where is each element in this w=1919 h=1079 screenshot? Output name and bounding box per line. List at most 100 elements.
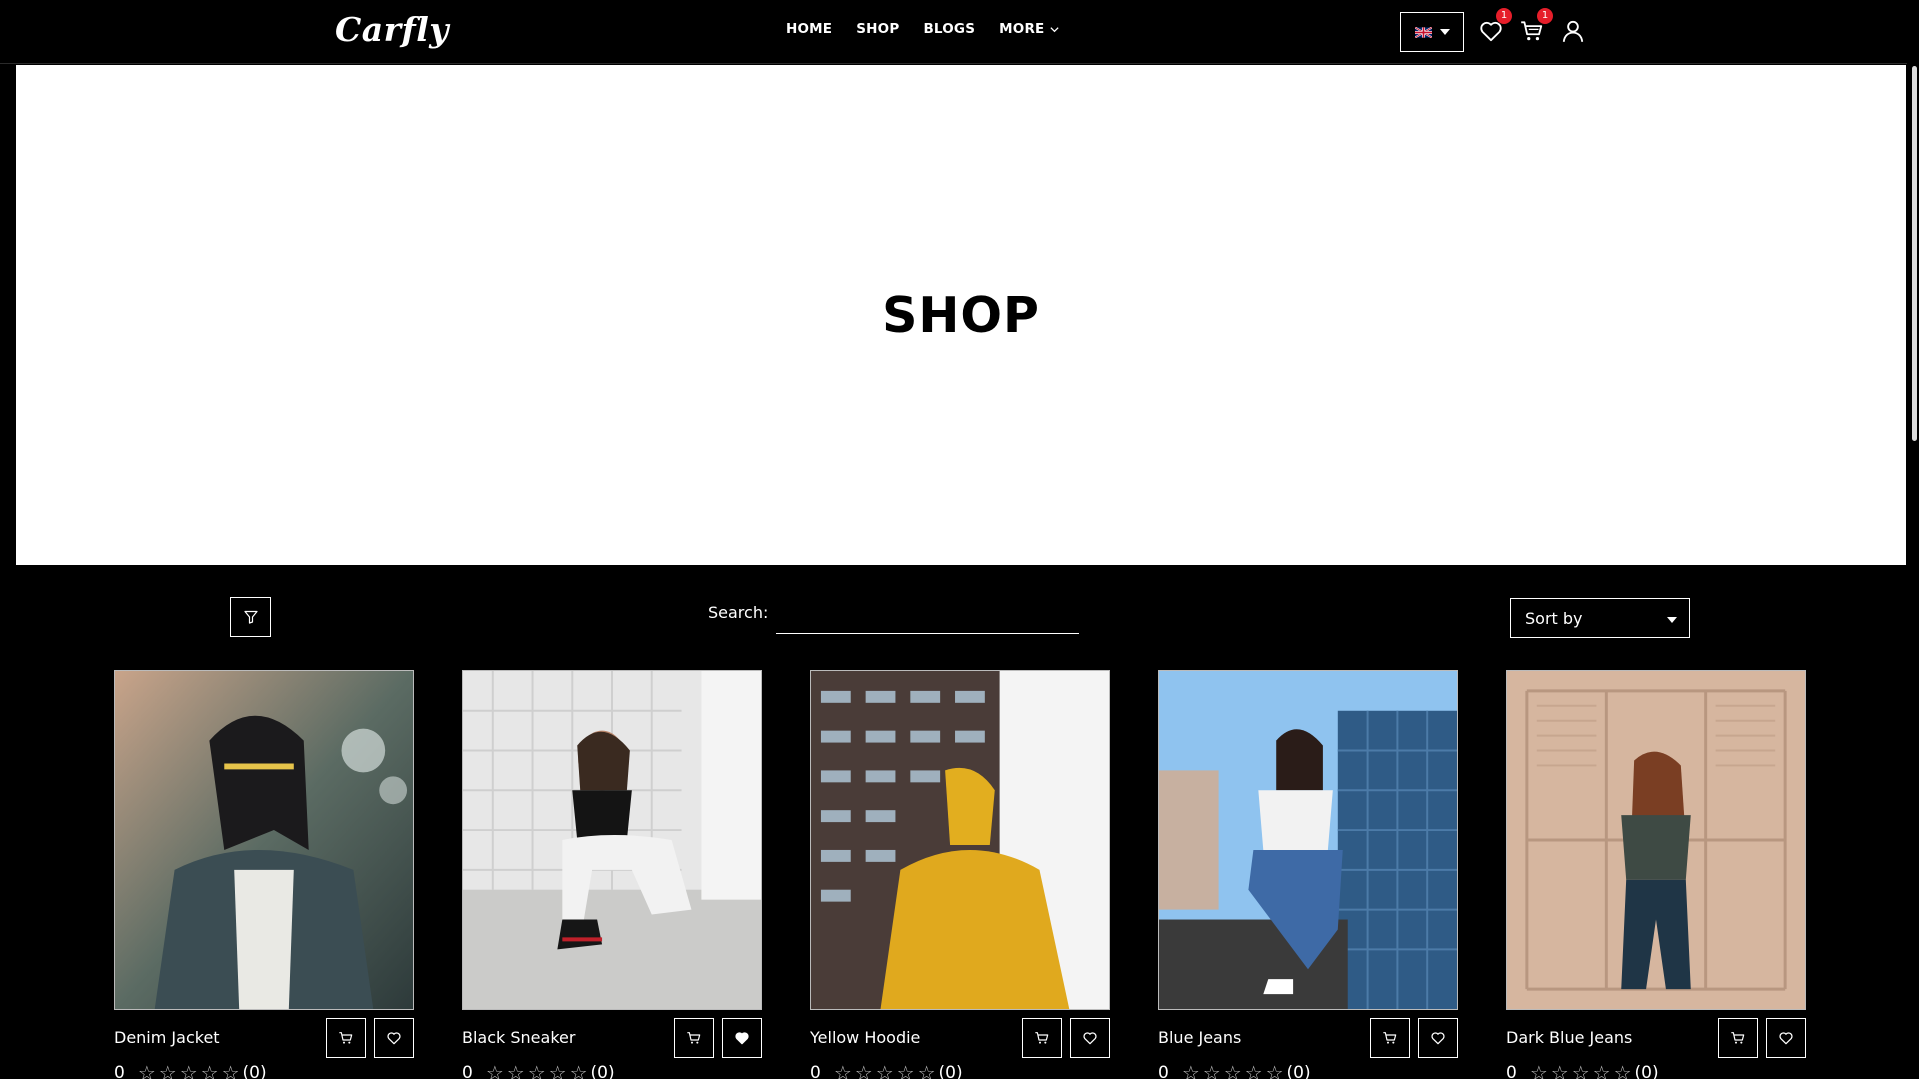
product-photo-yellow-hoodie bbox=[811, 671, 1109, 1009]
shop-hero-banner: SHOP bbox=[16, 65, 1906, 565]
nav-more[interactable]: MORE bbox=[999, 21, 1060, 37]
nav-shop-label: SHOP bbox=[856, 21, 900, 37]
review-count: (0) bbox=[938, 1063, 963, 1079]
rating-value: 0 bbox=[1506, 1063, 1517, 1079]
product-photo-denim-jacket bbox=[115, 671, 413, 1009]
product-card: Denim Jacket 0 ☆ ☆ ☆ ☆ ☆ (0) bbox=[114, 670, 414, 1079]
product-photo-blue-jeans bbox=[1159, 671, 1457, 1009]
product-card: Black Sneaker 0 ☆ ☆ ☆ ☆ ☆ (0) bbox=[462, 670, 762, 1079]
logo[interactable]: Carfly bbox=[335, 10, 449, 49]
rating-value: 0 bbox=[114, 1063, 125, 1079]
product-image[interactable] bbox=[810, 670, 1110, 1010]
star-icon: ☆ bbox=[833, 1061, 852, 1079]
product-name[interactable]: Yellow Hoodie bbox=[810, 1028, 920, 1047]
add-to-cart-button[interactable] bbox=[1370, 1018, 1410, 1058]
heart-icon bbox=[387, 1032, 401, 1045]
product-rating: 0 ☆ ☆ ☆ ☆ ☆ (0) bbox=[114, 1063, 267, 1079]
sort-by-select[interactable]: Sort by bbox=[1510, 598, 1690, 638]
add-to-cart-button[interactable] bbox=[326, 1018, 366, 1058]
nav-shop[interactable]: SHOP bbox=[856, 21, 899, 37]
star-icon: ☆ bbox=[1529, 1061, 1548, 1079]
product-rating: 0 ☆ ☆ ☆ ☆ ☆ (0) bbox=[1506, 1063, 1659, 1079]
product-rating: 0 ☆ ☆ ☆ ☆ ☆ (0) bbox=[462, 1063, 615, 1079]
user-icon bbox=[1562, 20, 1584, 42]
product-image[interactable] bbox=[462, 670, 762, 1010]
star-icon: ☆ bbox=[896, 1061, 915, 1079]
star-icon: ☆ bbox=[1613, 1061, 1632, 1079]
product-grid: Denim Jacket 0 ☆ ☆ ☆ ☆ ☆ (0) Black Sneak… bbox=[114, 670, 1806, 1079]
star-icon: ☆ bbox=[485, 1061, 504, 1079]
add-to-wishlist-button[interactable] bbox=[1418, 1018, 1458, 1058]
cart-icon bbox=[1731, 1032, 1745, 1044]
star-icon: ☆ bbox=[527, 1061, 546, 1079]
filter-icon bbox=[243, 610, 258, 624]
review-count: (0) bbox=[242, 1063, 267, 1079]
cart-button[interactable]: 1 bbox=[1519, 8, 1553, 46]
product-card: Dark Blue Jeans 0 ☆ ☆ ☆ ☆ ☆ (0) bbox=[1506, 670, 1806, 1079]
product-name[interactable]: Denim Jacket bbox=[114, 1028, 220, 1047]
add-to-wishlist-button[interactable] bbox=[1766, 1018, 1806, 1058]
star-icon: ☆ bbox=[1571, 1061, 1590, 1079]
star-icon: ☆ bbox=[917, 1061, 936, 1079]
star-icon: ☆ bbox=[1223, 1061, 1242, 1079]
search-label: Search: bbox=[708, 603, 769, 622]
cart-count-badge: 1 bbox=[1537, 8, 1553, 24]
heart-icon bbox=[1431, 1032, 1445, 1045]
product-image[interactable] bbox=[114, 670, 414, 1010]
add-to-wishlist-button[interactable] bbox=[1070, 1018, 1110, 1058]
review-count: (0) bbox=[1634, 1063, 1659, 1079]
product-name[interactable]: Blue Jeans bbox=[1158, 1028, 1241, 1047]
star-icon: ☆ bbox=[137, 1061, 156, 1079]
product-name[interactable]: Black Sneaker bbox=[462, 1028, 575, 1047]
star-icon: ☆ bbox=[1550, 1061, 1569, 1079]
rating-value: 0 bbox=[810, 1063, 821, 1079]
star-icon: ☆ bbox=[200, 1061, 219, 1079]
star-icon: ☆ bbox=[506, 1061, 525, 1079]
add-to-wishlist-button[interactable] bbox=[722, 1018, 762, 1058]
add-to-cart-button[interactable] bbox=[1022, 1018, 1062, 1058]
scrollbar-thumb[interactable] bbox=[1912, 66, 1917, 441]
language-selector[interactable] bbox=[1400, 12, 1464, 52]
account-button[interactable] bbox=[1560, 18, 1588, 46]
product-photo-dark-blue-jeans bbox=[1507, 671, 1805, 1009]
product-rating: 0 ☆ ☆ ☆ ☆ ☆ (0) bbox=[1158, 1063, 1311, 1079]
cart-icon bbox=[339, 1032, 353, 1044]
product-name[interactable]: Dark Blue Jeans bbox=[1506, 1028, 1632, 1047]
add-to-wishlist-button[interactable] bbox=[374, 1018, 414, 1058]
cart-icon bbox=[1035, 1032, 1049, 1044]
star-icon: ☆ bbox=[1592, 1061, 1611, 1079]
nav-home[interactable]: HOME bbox=[786, 21, 832, 37]
product-card: Yellow Hoodie 0 ☆ ☆ ☆ ☆ ☆ (0) bbox=[810, 670, 1110, 1079]
star-icon: ☆ bbox=[1265, 1061, 1284, 1079]
rating-value: 0 bbox=[462, 1063, 473, 1079]
main-nav: HOME SHOP BLOGS MORE bbox=[786, 21, 1060, 37]
top-header: Carfly HOME SHOP BLOGS MORE 1 1 bbox=[0, 0, 1919, 64]
search-input[interactable] bbox=[776, 596, 1079, 634]
product-rating: 0 ☆ ☆ ☆ ☆ ☆ (0) bbox=[810, 1063, 963, 1079]
caret-down-icon bbox=[1667, 617, 1677, 623]
page-scrollbar[interactable] bbox=[1907, 0, 1919, 1079]
heart-icon bbox=[1779, 1032, 1793, 1045]
wishlist-button[interactable]: 1 bbox=[1478, 8, 1512, 46]
product-image[interactable] bbox=[1158, 670, 1458, 1010]
caret-down-icon bbox=[1439, 29, 1450, 35]
add-to-cart-button[interactable] bbox=[674, 1018, 714, 1058]
review-count: (0) bbox=[590, 1063, 615, 1079]
chevron-down-icon bbox=[1050, 26, 1060, 32]
star-icon: ☆ bbox=[221, 1061, 240, 1079]
uk-flag-icon bbox=[1414, 26, 1432, 38]
heart-filled-icon bbox=[735, 1032, 749, 1045]
add-to-cart-button[interactable] bbox=[1718, 1018, 1758, 1058]
nav-home-label: HOME bbox=[786, 21, 833, 37]
filter-button[interactable] bbox=[230, 597, 271, 637]
star-icon: ☆ bbox=[1202, 1061, 1221, 1079]
star-icon: ☆ bbox=[1244, 1061, 1263, 1079]
star-icon: ☆ bbox=[569, 1061, 588, 1079]
product-image[interactable] bbox=[1506, 670, 1806, 1010]
wishlist-count-badge: 1 bbox=[1496, 8, 1512, 24]
nav-blogs-label: BLOGS bbox=[923, 21, 976, 37]
star-icon: ☆ bbox=[179, 1061, 198, 1079]
cart-icon bbox=[687, 1032, 701, 1044]
nav-blogs[interactable]: BLOGS bbox=[923, 21, 975, 37]
star-icon: ☆ bbox=[1181, 1061, 1200, 1079]
